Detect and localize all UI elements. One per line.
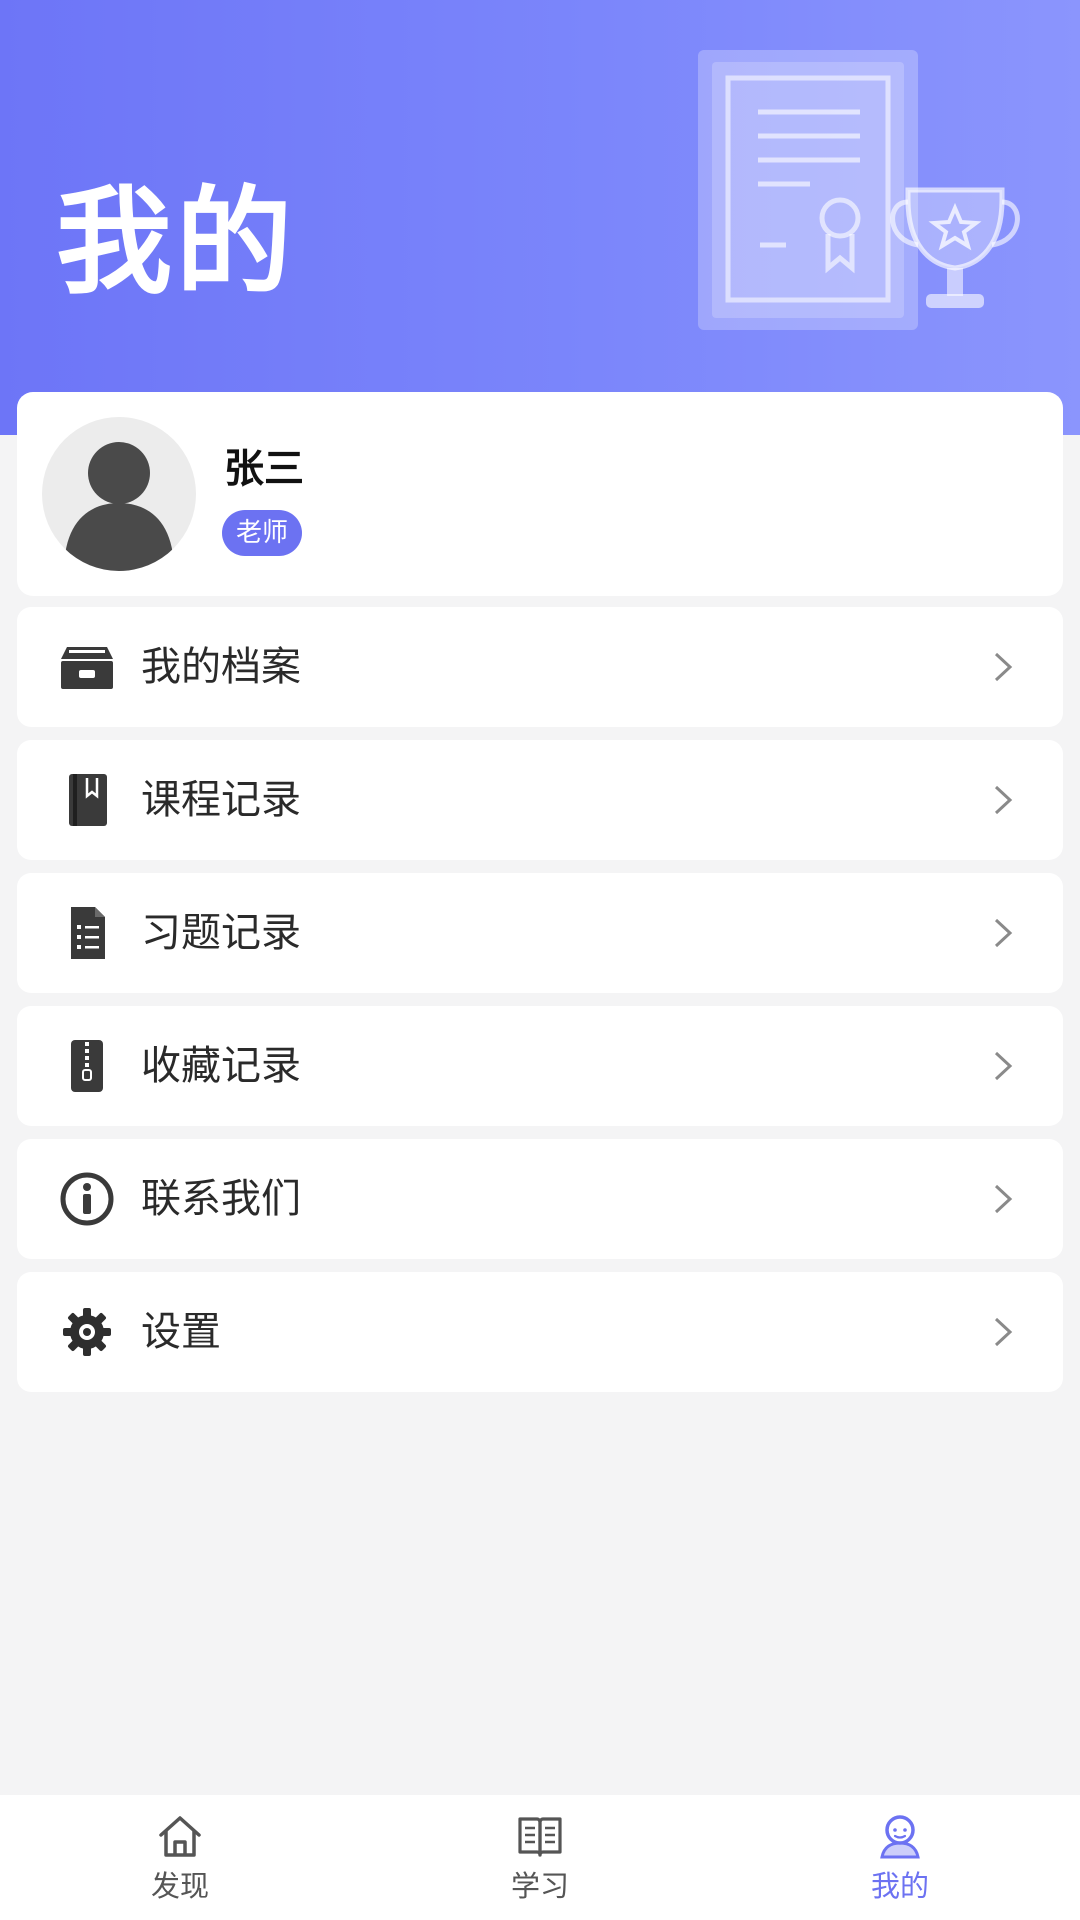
info-icon: [60, 1172, 114, 1226]
tab-discover[interactable]: 发现: [0, 1795, 360, 1920]
chevron-right-icon: [994, 1184, 1013, 1214]
tab-study[interactable]: 学习: [360, 1795, 720, 1920]
menu-item-label: 联系我们: [141, 1176, 301, 1222]
user-icon: [880, 1815, 920, 1859]
home-icon: [159, 1816, 201, 1857]
chevron-right-icon: [994, 1317, 1013, 1347]
menu-item-course-records[interactable]: 课程记录: [17, 740, 1063, 860]
book-icon: [69, 774, 107, 826]
menu-item-settings[interactable]: 设置: [17, 1272, 1063, 1392]
tab-label: 学习: [510, 1869, 569, 1903]
bottom-tab-bar: 发现 学习 我的: [0, 1795, 1080, 1920]
default-avatar-icon: [64, 442, 174, 571]
profile-card[interactable]: 张三 老师: [17, 392, 1063, 596]
open-book-icon: [518, 1817, 562, 1857]
chevron-right-icon: [994, 652, 1013, 682]
menu-item-label: 我的档案: [141, 644, 301, 690]
zip-file-icon: [71, 1040, 103, 1092]
chevron-right-icon: [994, 918, 1013, 948]
menu-item-label: 设置: [141, 1309, 221, 1355]
menu-item-label: 习题记录: [141, 910, 301, 956]
menu-list: 我的档案 课程记录 习题记录 收藏记录 联系我们 设置: [17, 607, 1063, 1405]
menu-item-favorites[interactable]: 收藏记录: [17, 1006, 1063, 1126]
user-name: 张三: [224, 446, 304, 492]
header-banner: 我的: [0, 0, 1080, 435]
tab-label: 发现: [150, 1869, 209, 1903]
menu-item-label: 收藏记录: [141, 1043, 301, 1089]
menu-item-exercise-records[interactable]: 习题记录: [17, 873, 1063, 993]
tab-label: 我的: [870, 1869, 929, 1903]
chevron-right-icon: [994, 1051, 1013, 1081]
page-title: 我的: [56, 175, 296, 310]
menu-item-label: 课程记录: [141, 777, 301, 823]
archive-box-icon: [61, 647, 113, 689]
chevron-right-icon: [994, 785, 1013, 815]
menu-item-contact-us[interactable]: 联系我们: [17, 1139, 1063, 1259]
gear-icon: [63, 1308, 111, 1356]
avatar[interactable]: [42, 417, 196, 571]
menu-item-archive[interactable]: 我的档案: [17, 607, 1063, 727]
document-list-icon: [71, 907, 105, 959]
certificate-trophy-illustration: [698, 50, 1020, 330]
tab-mine[interactable]: 我的: [720, 1795, 1080, 1920]
role-badge: 老师: [222, 510, 303, 556]
